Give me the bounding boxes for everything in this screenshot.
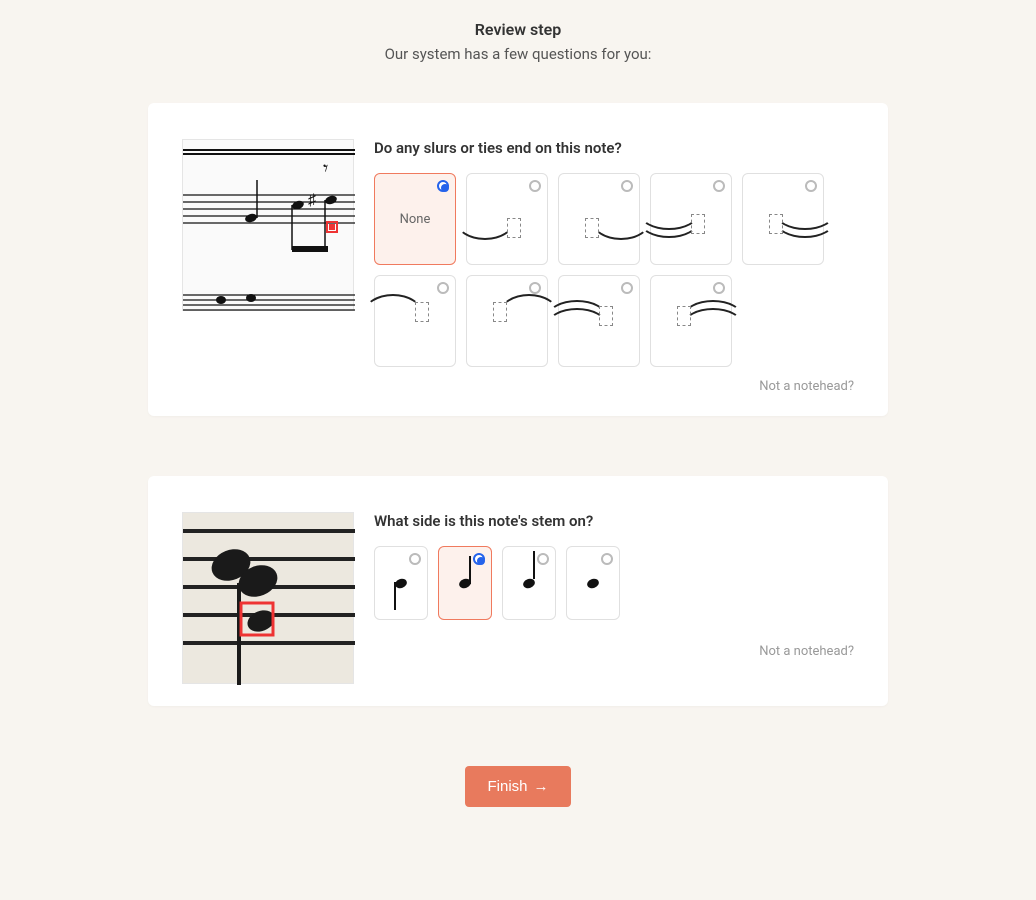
- radio-icon: [805, 180, 817, 192]
- not-notehead-link[interactable]: Not a notehead?: [374, 379, 854, 394]
- option-no-stem[interactable]: [566, 546, 620, 620]
- option-slur-2-start-under[interactable]: [650, 275, 732, 367]
- option-stem-right-up[interactable]: [374, 546, 428, 620]
- option-slur-1-end[interactable]: [466, 173, 548, 265]
- score-thumbnail-2: [182, 512, 354, 684]
- option-stem-right-up-hollow[interactable]: [502, 546, 556, 620]
- option-none[interactable]: None: [374, 173, 456, 265]
- option-slur-2-end-under[interactable]: [558, 275, 640, 367]
- note-glyph: [523, 579, 535, 588]
- radio-icon: [621, 282, 633, 294]
- note-glyph: [395, 579, 407, 588]
- option-stem-left-down[interactable]: [438, 546, 492, 620]
- slur-glyph: [753, 194, 813, 244]
- option-slur-2-start[interactable]: [742, 173, 824, 265]
- arrow-right-icon: →: [534, 778, 549, 795]
- options-slurs: None: [374, 173, 854, 367]
- finish-label: Finish: [487, 778, 527, 795]
- question-text-stem: What side is this note's stem on?: [374, 512, 854, 530]
- radio-icon: [713, 180, 725, 192]
- page-header: Review step Our system has a few questio…: [0, 0, 1036, 103]
- option-label: None: [400, 212, 431, 227]
- option-slur-1-end-under[interactable]: [374, 275, 456, 367]
- slur-glyph: [661, 194, 721, 244]
- option-slur-1-start[interactable]: [558, 173, 640, 265]
- slur-glyph: [385, 296, 445, 346]
- page-title: Review step: [0, 20, 1036, 39]
- radio-icon: [529, 282, 541, 294]
- note-glyph: [587, 579, 599, 588]
- question-card-slurs: ♯ 𝄾 Do any slurs or ties end on this not…: [148, 103, 888, 416]
- radio-icon: [621, 180, 633, 192]
- slur-glyph: [477, 296, 537, 346]
- radio-icon: [437, 282, 449, 294]
- slur-glyph: [661, 296, 721, 346]
- score-thumbnail-1: ♯ 𝄾: [182, 139, 354, 311]
- slur-glyph: [477, 194, 537, 244]
- finish-wrapper: Finish →: [0, 766, 1036, 807]
- options-stem: [374, 546, 854, 620]
- option-slur-2-end[interactable]: [650, 173, 732, 265]
- not-notehead-link[interactable]: Not a notehead?: [374, 644, 854, 659]
- slur-glyph: [569, 296, 629, 346]
- option-slur-1-start-under[interactable]: [466, 275, 548, 367]
- finish-button[interactable]: Finish →: [465, 766, 570, 807]
- page-subtitle: Our system has a few questions for you:: [0, 45, 1036, 63]
- radio-icon: [713, 282, 725, 294]
- radio-icon: [437, 180, 449, 192]
- question-card-stem: What side is this note's stem on?: [148, 476, 888, 706]
- radio-icon: [601, 553, 613, 565]
- svg-text:♯: ♯: [308, 190, 316, 209]
- radio-icon: [537, 553, 549, 565]
- radio-icon: [409, 553, 421, 565]
- question-text-slurs: Do any slurs or ties end on this note?: [374, 139, 854, 157]
- radio-icon: [473, 553, 485, 565]
- svg-text:𝄾: 𝄾: [323, 156, 328, 180]
- slur-glyph: [569, 194, 629, 244]
- radio-icon: [529, 180, 541, 192]
- note-glyph: [459, 579, 471, 588]
